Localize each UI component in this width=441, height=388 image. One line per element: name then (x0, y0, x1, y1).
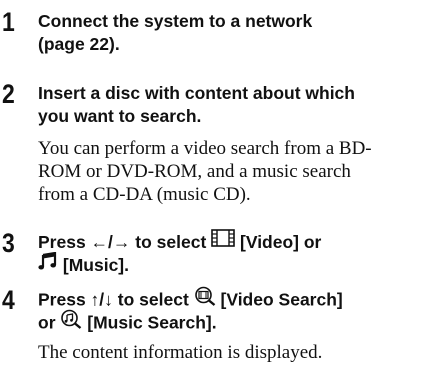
instruction-page: 1 Connect the system to a network (page … (0, 0, 441, 388)
video-label: [Video] or (240, 232, 322, 252)
heading-line: Connect the system to a network (38, 11, 313, 31)
heading-line: Press ↑/↓ to select [Video Search] (38, 286, 438, 312)
music-note-icon (38, 252, 58, 276)
description-line: The content information is displayed. (38, 342, 323, 363)
description-line: ROM or DVD-ROM, and a music search (38, 161, 351, 182)
heading-line: Insert a disc with content about which (38, 83, 355, 103)
heading-text: Press ↑/↓ to select (38, 289, 194, 310)
heading-line: [Music]. (38, 252, 438, 277)
step-heading: Press ←/→ to select [Video] or [Music]. (38, 229, 438, 277)
video-search-icon (194, 286, 216, 312)
heading-line: or [Music Search]. (38, 309, 438, 335)
heading-text: or (38, 312, 61, 333)
description-line: You can perform a video search from a BD… (38, 138, 372, 159)
heading-line: (page 22). (38, 34, 120, 54)
step-number: 2 (2, 79, 15, 109)
music-search-icon (60, 309, 82, 335)
step-description: The content information is displayed. (38, 341, 438, 364)
heading-text: Press ←/→ to select (38, 232, 212, 252)
step-number: 3 (2, 228, 15, 258)
heading-line: Press ←/→ to select [Video] or (38, 229, 438, 254)
heading-line: you want to search. (38, 106, 202, 126)
step-number: 1 (2, 7, 15, 37)
step-heading: Insert a disc with content about which y… (38, 82, 438, 128)
step-heading: Press ↑/↓ to select [Video Search] or [M… (38, 286, 438, 335)
music-label: [Music]. (62, 255, 129, 275)
step-heading: Connect the system to a network (page 22… (38, 10, 438, 56)
video-search-label: [Video Search] (220, 289, 343, 310)
step-description: You can perform a video search from a BD… (38, 137, 438, 206)
music-search-label: [Music Search]. (87, 312, 217, 333)
step-number: 4 (2, 285, 15, 315)
film-icon (211, 229, 235, 253)
description-line: from a CD-DA (music CD). (38, 184, 251, 205)
